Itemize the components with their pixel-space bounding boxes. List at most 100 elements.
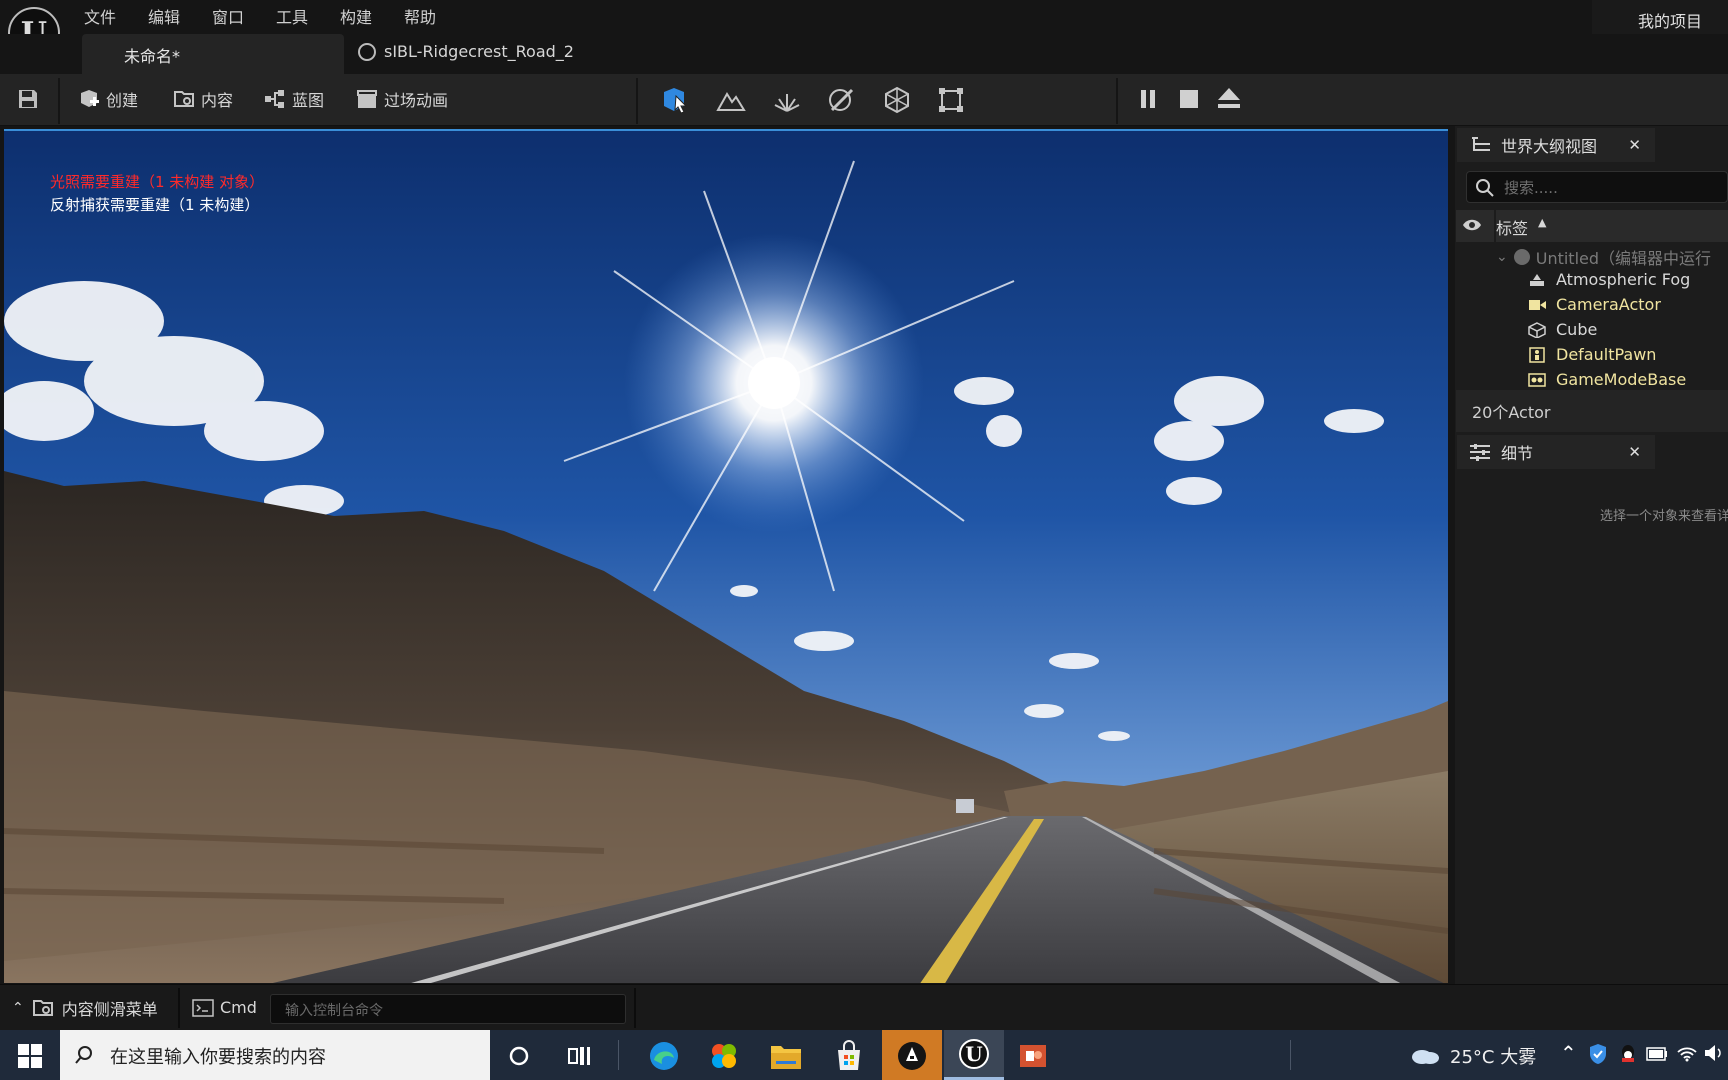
tab-ridgecrest[interactable]: sIBL-Ridgecrest_Road_2 [358,42,574,61]
expand-chevron-icon[interactable]: ⌄ [1496,249,1508,265]
select-mode-icon[interactable] [660,86,690,114]
store-icon[interactable] [834,1040,864,1072]
content-icon [174,91,194,107]
create-button[interactable]: 创建 [78,87,138,111]
toolbar-separator [58,78,60,124]
tab-world-outliner[interactable]: 世界大纲视图 ✕ [1457,128,1655,162]
camera-icon [1529,299,1546,310]
content-button[interactable]: 内容 [173,87,233,111]
weather-text[interactable]: 25°C 大雾 [1450,1043,1536,1069]
menu-file[interactable]: 文件 [84,4,116,28]
tab-untitled[interactable]: 未命名* [82,34,344,74]
cmd-button[interactable]: Cmd [192,998,257,1017]
menu-help[interactable]: 帮助 [404,4,436,28]
modeling-mode-icon[interactable] [936,86,966,114]
security-shield-icon[interactable] [1588,1043,1608,1065]
unreal-engine-icon: U [959,1039,989,1069]
outliner-search-input[interactable]: 搜索..... [1466,171,1728,203]
task-view-icon[interactable] [568,1045,592,1067]
cinematics-button[interactable]: 过场动画 [356,87,448,111]
chevron-up-icon: ⌃ [12,1000,24,1016]
fracture-mode-icon[interactable] [882,86,912,114]
foliage-mode-icon[interactable] [772,86,802,114]
outliner-item[interactable]: Cube [1528,320,1597,339]
outliner-item-label: GameModeBase [1556,370,1687,389]
pawn-icon [1529,346,1545,363]
taskbar-app-highlight[interactable] [882,1030,942,1080]
edge-browser-icon[interactable] [648,1040,680,1072]
terminal-icon [192,998,214,1017]
content-drawer-icon [32,1000,53,1016]
tab-untitled-label: 未命名* [124,47,181,66]
outliner-search-placeholder: 搜索..... [1504,179,1558,197]
outliner-item[interactable]: CameraActor [1528,295,1661,314]
visibility-eye-icon[interactable] [1462,218,1482,232]
close-details-icon[interactable]: ✕ [1628,443,1641,461]
world-icon [1513,249,1530,265]
powerpoint-icon[interactable] [1018,1041,1048,1071]
outliner-item[interactable]: DefaultPawn [1528,345,1656,364]
toolbar-separator [636,78,638,124]
battery-icon[interactable] [1646,1047,1668,1061]
outliner-icon [1472,137,1490,151]
windows-search-placeholder: 在这里输入你要搜索的内容 [110,1047,326,1068]
atmospheric-fog-icon [1530,273,1544,286]
tab-details[interactable]: 细节 ✕ [1457,435,1655,469]
status-separator [634,988,636,1028]
menu-build[interactable]: 构建 [340,4,372,28]
content-drawer-button[interactable]: ⌃ 内容侧滑菜单 [12,996,158,1020]
volume-icon[interactable] [1704,1044,1724,1062]
windows-start-icon[interactable] [18,1044,42,1068]
outliner-item-label: Atmospheric Fog [1556,270,1691,289]
viewport-scene[interactable] [4,131,1448,983]
cinematics-icon [357,90,377,108]
search-icon [1476,179,1494,197]
outliner-root-world[interactable]: ⌄ Untitled（编辑器中运行 [1496,245,1711,269]
tray-overflow-chevron-icon[interactable]: ⌃ [1560,1041,1577,1065]
weather-cloud-icon[interactable] [1410,1045,1440,1065]
qq-tray-icon[interactable] [1618,1043,1638,1065]
project-name[interactable]: 我的项目 [1638,8,1702,32]
toolbar-separator [1116,78,1118,124]
editor-status-bar [0,984,1728,1030]
wifi-icon[interactable] [1676,1044,1698,1062]
outliner-item[interactable]: Atmospheric Fog [1528,270,1690,289]
close-outliner-icon[interactable]: ✕ [1628,136,1641,154]
tab-ridgecrest-label: sIBL-Ridgecrest_Road_2 [384,42,574,61]
column-label-header[interactable]: 标签 [1496,215,1528,239]
menu-bar [0,0,1728,34]
details-icon [1470,444,1490,461]
pause-icon[interactable] [1138,88,1158,110]
launcher-app-icon [898,1042,926,1070]
console-command-input[interactable]: 输入控制台命令 [270,994,626,1024]
file-explorer-icon[interactable] [770,1041,802,1071]
photos-app-icon[interactable] [708,1040,740,1072]
blueprint-icon [265,90,284,108]
blueprint-button[interactable]: 蓝图 [264,87,324,111]
level-icon [358,42,376,61]
menu-edit[interactable]: 编辑 [148,4,180,28]
status-separator [178,988,180,1028]
outliner-item-label: Cube [1556,320,1598,339]
windows-search-box[interactable]: 在这里输入你要搜索的内容 [60,1030,490,1080]
taskbar-unreal-active[interactable]: U [944,1030,1004,1080]
blueprint-label: 蓝图 [292,91,325,110]
save-icon[interactable] [16,87,40,111]
menu-tools[interactable]: 工具 [276,4,308,28]
outliner-item-label: CameraActor [1556,295,1661,314]
svg-text:U: U [965,1042,982,1066]
outliner-footer: 20个Actor [1456,390,1728,432]
stop-icon[interactable] [1178,88,1200,110]
paint-mode-icon[interactable] [826,86,856,114]
cinematics-label: 过场动画 [384,91,449,110]
outliner-column-header: 标签 ▲ [1456,210,1728,242]
outliner-item-label: DefaultPawn [1556,345,1657,364]
landscape-mode-icon[interactable] [716,86,746,114]
outliner-item[interactable]: GameModeBase [1528,370,1686,389]
details-title: 细节 [1501,444,1534,463]
taskbar-separator [1290,1040,1291,1070]
eject-icon[interactable] [1216,86,1242,110]
level-viewport[interactable]: 光照需要重建（1 未构建 对象） 反射捕获需要重建（1 未构建） [4,129,1448,983]
menu-window[interactable]: 窗口 [212,4,244,28]
cortana-icon[interactable] [508,1045,530,1067]
